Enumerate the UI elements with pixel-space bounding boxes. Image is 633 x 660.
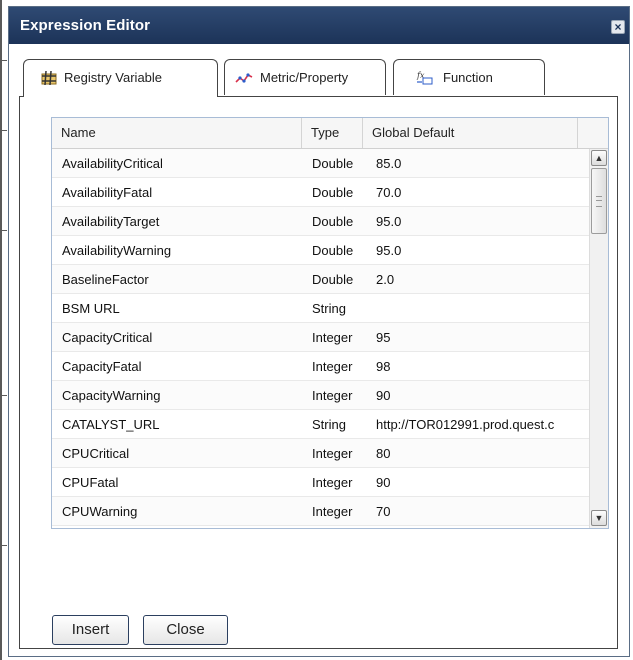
cell-name: CPUCritical xyxy=(62,446,130,461)
cell-name: BSM URL xyxy=(62,301,120,316)
close-icon[interactable]: × xyxy=(611,20,625,34)
column-header-global-default[interactable]: Global Default xyxy=(363,118,578,148)
cell-type: Integer xyxy=(312,388,353,403)
cell-name: BaselineFactor xyxy=(62,272,149,287)
cell-default: 95.0 xyxy=(376,214,402,229)
table-row[interactable]: CapacityCritical Integer 95 xyxy=(52,323,589,352)
tab-label: Function xyxy=(443,70,493,85)
dialog-title: Expression Editor xyxy=(20,17,151,34)
scroll-down-icon[interactable]: ▼ xyxy=(591,510,607,526)
cell-default xyxy=(376,294,589,322)
table-row[interactable]: BSM URL String xyxy=(52,294,589,323)
tab-label: Registry Variable xyxy=(64,70,163,85)
edge-tick xyxy=(2,130,7,131)
cell-type: String xyxy=(312,417,346,432)
table-row[interactable]: CapacityFatal Integer 98 xyxy=(52,352,589,381)
table-row[interactable]: CPUWarning Integer 70 xyxy=(52,497,589,526)
cell-name: CATALYST_URL xyxy=(62,417,160,432)
column-header-type[interactable]: Type xyxy=(302,118,363,148)
column-header-name[interactable]: Name xyxy=(52,118,302,148)
tab-panel-registry-variable: Name Type Global Default AvailabilityCri… xyxy=(19,96,618,649)
cell-name: AvailabilityTarget xyxy=(62,214,160,229)
grip-icon xyxy=(596,196,602,207)
tab-registry-variable[interactable]: Registry Variable xyxy=(23,59,218,97)
table-row[interactable]: AvailabilityCritical Double 85.0 xyxy=(52,149,589,178)
tab-function[interactable]: fx Function xyxy=(393,59,545,95)
cell-default: 95.0 xyxy=(376,243,402,258)
edge-tick xyxy=(2,395,7,396)
close-button[interactable]: Close xyxy=(143,615,228,645)
expression-editor-dialog: Expression Editor × Registry Variable Me… xyxy=(8,6,630,657)
cell-name: CapacityCritical xyxy=(62,330,153,345)
cell-name: CapacityWarning xyxy=(62,388,161,403)
cell-type: Integer xyxy=(312,504,353,519)
table-row[interactable]: AvailabilityTarget Double 95.0 xyxy=(52,207,589,236)
table-row[interactable]: AvailabilityWarning Double 95.0 xyxy=(52,236,589,265)
cell-name: AvailabilityWarning xyxy=(62,243,172,258)
edge-tick xyxy=(2,60,7,61)
grid-header: Name Type Global Default xyxy=(52,118,608,149)
grid-rows: AvailabilityCritical Double 85.0 Availab… xyxy=(52,149,589,526)
cell-default: 85.0 xyxy=(376,156,402,171)
cell-type: Double xyxy=(312,272,354,287)
table-row[interactable]: CPUCritical Integer 80 xyxy=(52,439,589,468)
scroll-thumb[interactable] xyxy=(591,168,607,234)
hash-icon xyxy=(41,70,57,86)
cell-name: AvailabilityFatal xyxy=(62,185,153,200)
cell-type: Integer xyxy=(312,359,353,374)
cell-default: 70 xyxy=(376,504,391,519)
vertical-scrollbar[interactable]: ▲ ▼ xyxy=(589,149,608,528)
dialog-titlebar[interactable]: Expression Editor × xyxy=(9,7,629,44)
table-row[interactable]: CATALYST_URL String http://TOR012991.pro… xyxy=(52,410,589,439)
scroll-up-icon[interactable]: ▲ xyxy=(591,150,607,166)
table-row[interactable]: CPUFatal Integer 90 xyxy=(52,468,589,497)
cell-type: Double xyxy=(312,185,354,200)
cell-type: Integer xyxy=(312,446,353,461)
cell-default: 90 xyxy=(376,388,391,403)
cell-type: Double xyxy=(312,214,354,229)
cell-default: 70.0 xyxy=(376,185,402,200)
tab-metric-property[interactable]: Metric/Property xyxy=(224,59,386,95)
cell-type: Double xyxy=(312,243,354,258)
insert-button[interactable]: Insert xyxy=(52,615,129,645)
cell-type: Double xyxy=(312,156,354,171)
cell-default: 90 xyxy=(376,475,391,490)
function-icon: fx xyxy=(416,71,433,85)
table-row[interactable]: CapacityWarning Integer 90 xyxy=(52,381,589,410)
window-edge xyxy=(0,0,2,660)
cell-default: 95 xyxy=(376,330,391,345)
cell-default: 98 xyxy=(376,359,391,374)
cell-default: 80 xyxy=(376,446,391,461)
cell-name: CPUFatal xyxy=(62,475,119,490)
cell-name: CapacityFatal xyxy=(62,359,142,374)
cell-default: 2.0 xyxy=(376,272,395,287)
cell-name: CPUWarning xyxy=(62,504,138,519)
cell-type: Integer xyxy=(312,475,353,490)
edge-tick xyxy=(2,230,7,231)
cell-type: String xyxy=(312,301,346,316)
table-row[interactable]: AvailabilityFatal Double 70.0 xyxy=(52,178,589,207)
cell-name: AvailabilityCritical xyxy=(62,156,163,171)
metric-icon xyxy=(235,73,253,83)
cell-type: Integer xyxy=(312,330,353,345)
edge-tick xyxy=(2,545,7,546)
tab-label: Metric/Property xyxy=(260,70,349,85)
registry-variable-grid: Name Type Global Default AvailabilityCri… xyxy=(51,117,609,529)
table-row[interactable]: BaselineFactor Double 2.0 xyxy=(52,265,589,294)
cell-default: http://TOR012991.prod.quest.c xyxy=(376,417,555,432)
